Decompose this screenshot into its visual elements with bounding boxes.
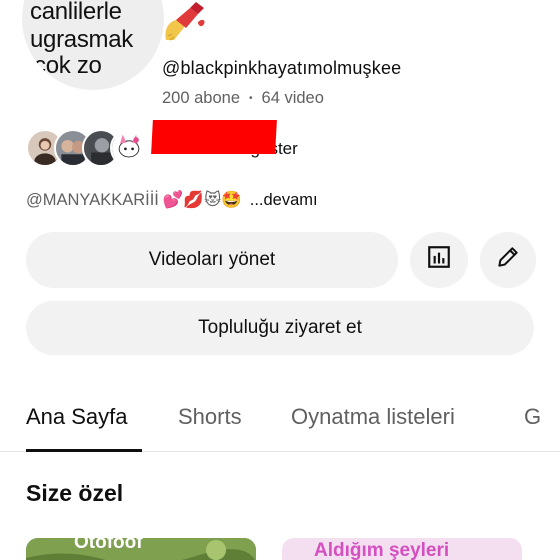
channel-handle: @blackpinkhayatımolmuşkee xyxy=(162,58,402,78)
active-tab-indicator xyxy=(26,449,142,452)
edit-channel-button[interactable] xyxy=(480,232,536,288)
tab-shorts[interactable]: Shorts xyxy=(178,404,242,430)
description-more-link[interactable]: ...devamı xyxy=(250,191,318,210)
channel-meta: 200 abone • 64 video xyxy=(162,89,324,108)
subscriber-avatars[interactable] xyxy=(26,129,150,167)
meta-separator: • xyxy=(249,93,253,104)
analytics-icon xyxy=(426,244,452,276)
subscriber-avatar xyxy=(110,129,148,167)
section-title: Size özel xyxy=(26,480,124,506)
redaction-bar xyxy=(151,120,277,154)
description-emojis: 💕💋😻🤩 xyxy=(162,191,242,209)
channel-avatar[interactable]: canlilerle ugrasmak cok zo xyxy=(22,0,164,90)
subscriber-count: 200 abone xyxy=(162,89,240,107)
video-thumbnail[interactable]: Aldığım şeyleri xyxy=(282,538,522,560)
avatar-text-line-3: cok zo xyxy=(34,52,102,79)
avatar-text-line-1: canlilerle xyxy=(30,0,122,25)
channel-name-nail-polish-icon xyxy=(160,0,214,46)
manage-videos-button[interactable]: Videoları yönet xyxy=(26,232,398,288)
pencil-icon xyxy=(495,244,521,276)
description-text: @MANYAKKARİİİ xyxy=(26,190,159,209)
channel-description[interactable]: @MANYAKKARİİİ 💕💋😻🤩 ...devamı xyxy=(26,190,318,210)
thumbnail-title: Otofoof xyxy=(74,538,143,553)
visit-community-button[interactable]: Topluluğu ziyaret et xyxy=(26,301,534,355)
thumbnail-title: Aldığım şeyleri xyxy=(314,540,450,560)
tab-home[interactable]: Ana Sayfa xyxy=(26,404,128,430)
tab-next-partial[interactable]: G xyxy=(524,404,541,430)
channel-tabs: Ana Sayfa Shorts Oynatma listeleri G xyxy=(0,386,560,452)
video-thumbnail[interactable]: Otofoof xyxy=(26,538,256,560)
analytics-button[interactable] xyxy=(410,232,468,288)
tab-playlists[interactable]: Oynatma listeleri xyxy=(291,404,455,430)
video-count: 64 video xyxy=(261,89,324,107)
avatar-text-line-2: ugrasmak xyxy=(30,26,133,53)
